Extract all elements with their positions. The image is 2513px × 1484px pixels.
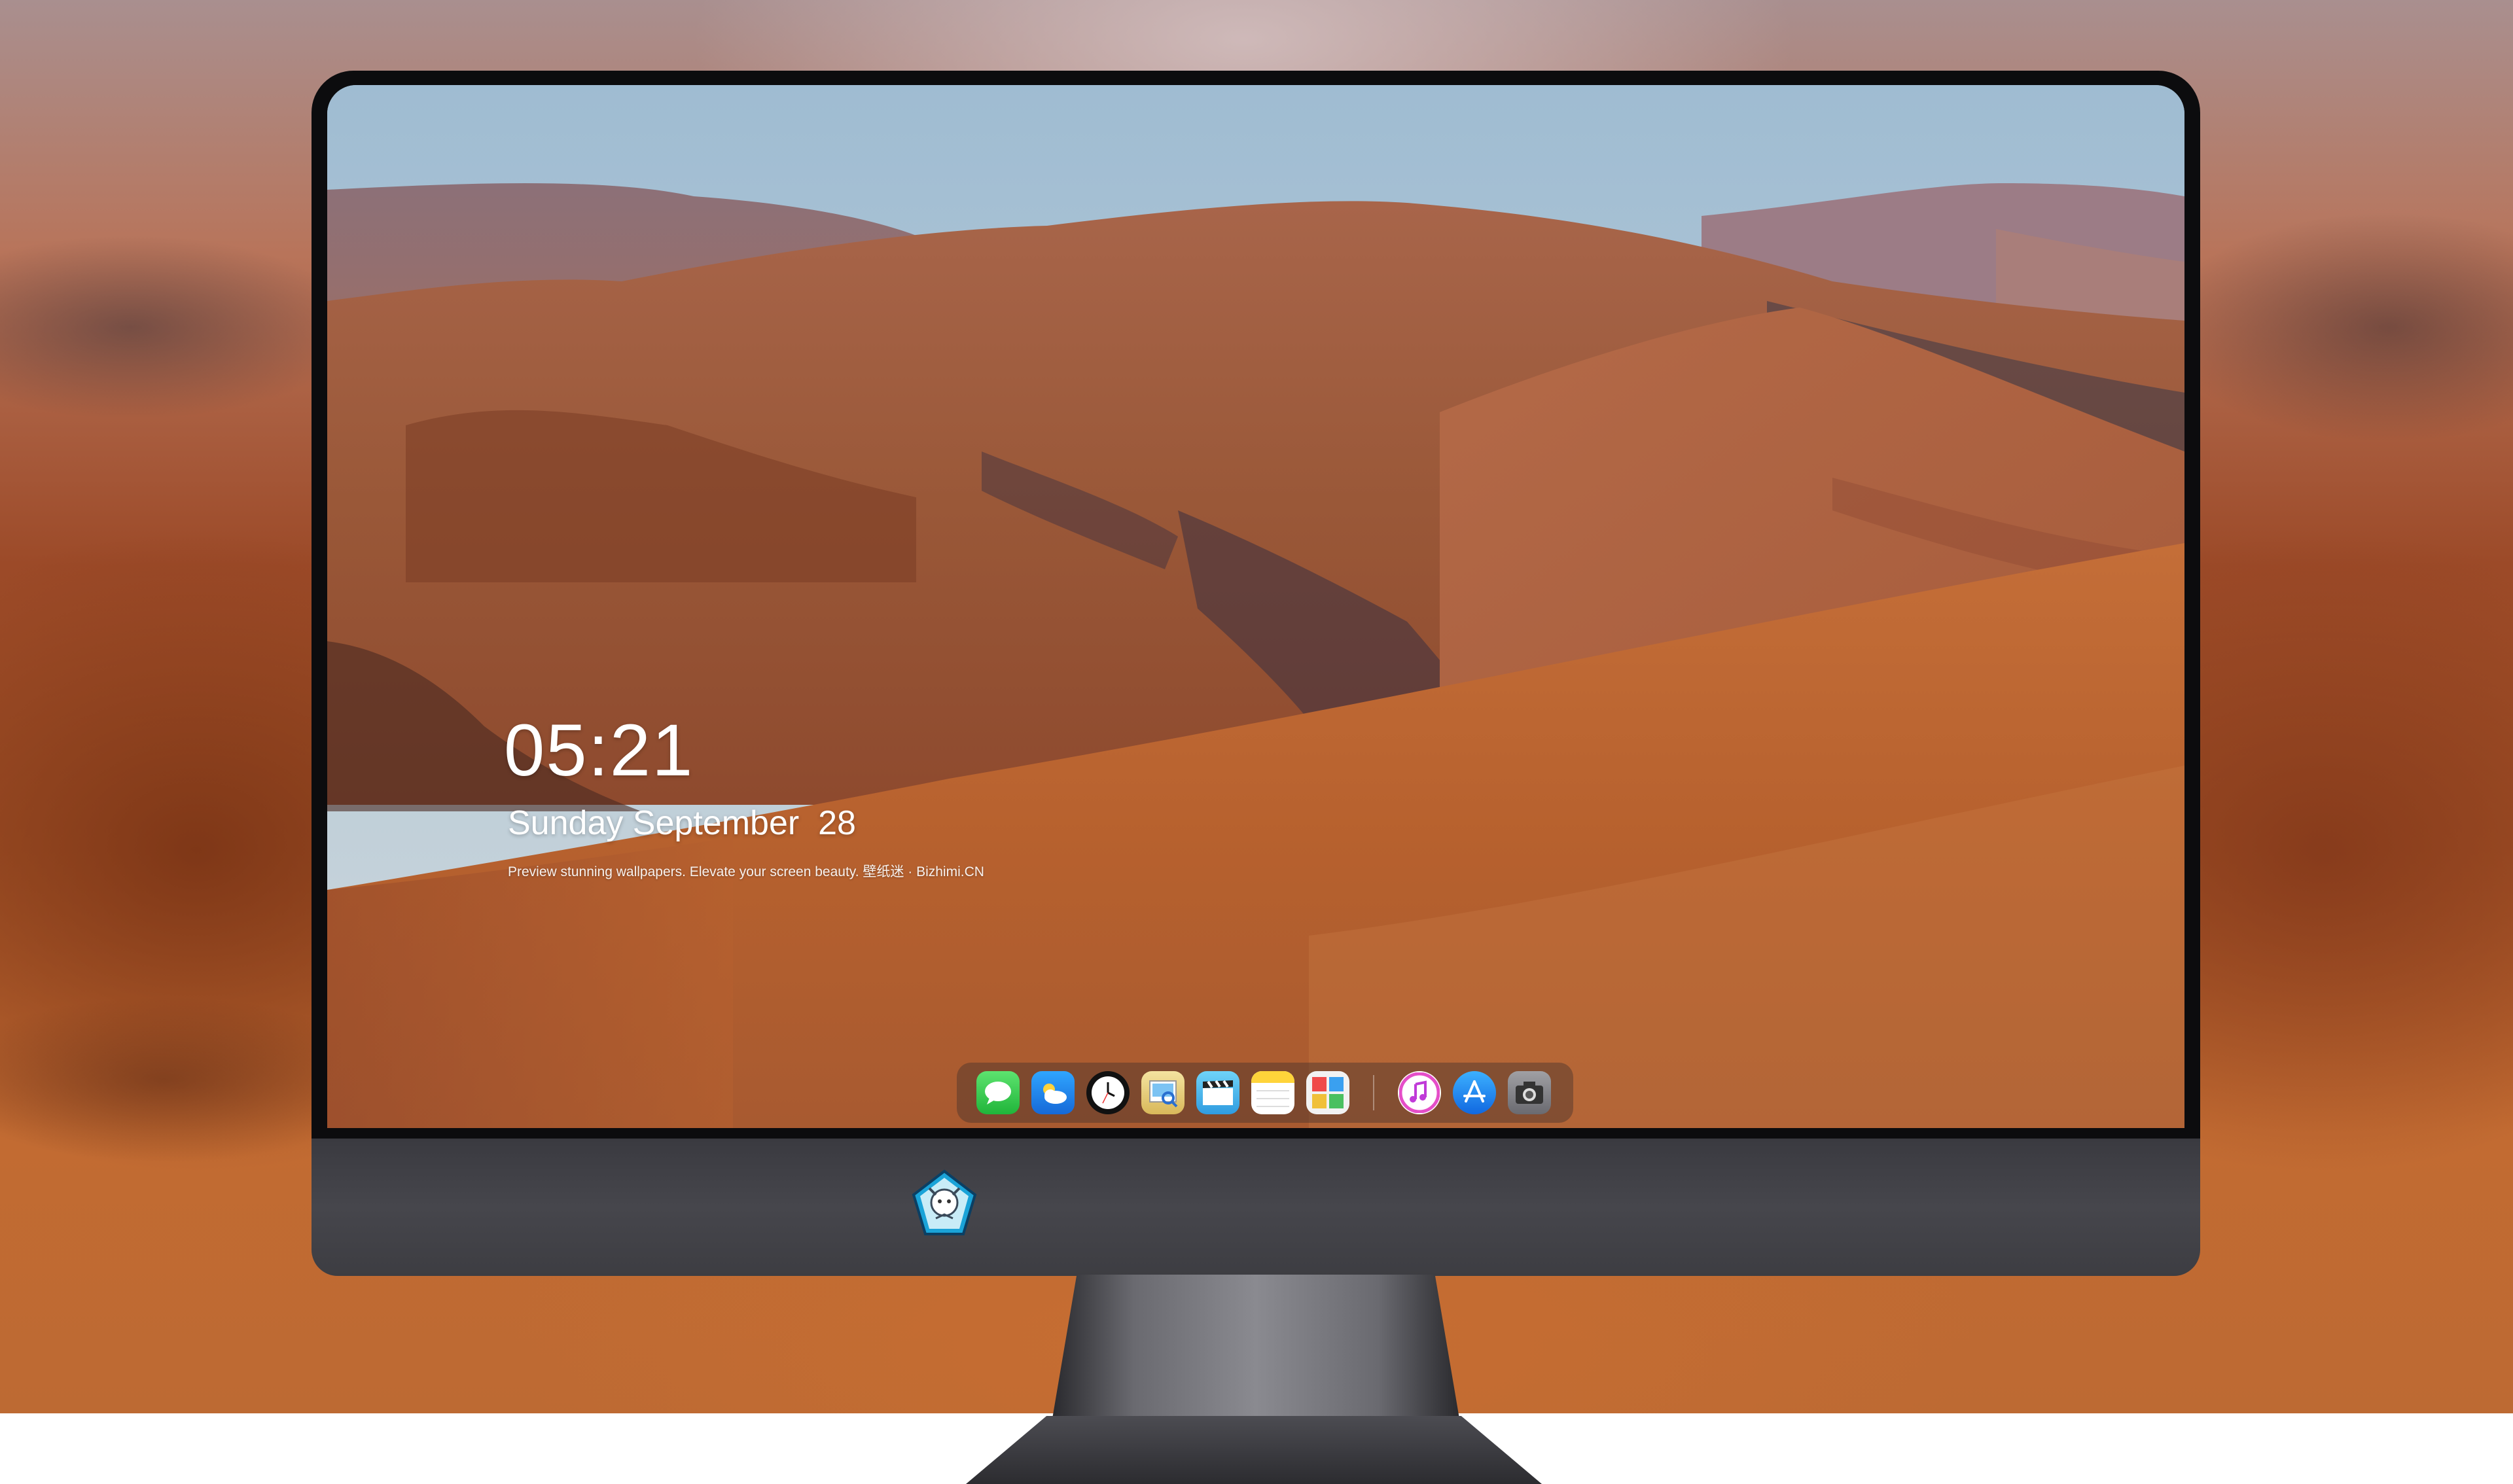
itunes-icon[interactable]	[1398, 1071, 1441, 1114]
lock-screen-time: 05:21	[504, 709, 694, 791]
photo-booth-icon[interactable]	[1306, 1071, 1349, 1114]
monitor-stand-neck	[1052, 1275, 1459, 1419]
dock-separator	[1373, 1075, 1374, 1110]
monitor-chin	[312, 1139, 2200, 1276]
monitor-bezel: 05:21 Sunday September 28 Preview stunni…	[312, 71, 2200, 1144]
app-store-icon[interactable]	[1453, 1071, 1496, 1114]
lock-screen-date: Sunday September 28	[508, 804, 856, 842]
dock	[957, 1063, 1573, 1123]
monitor-stand-base	[966, 1416, 1542, 1484]
desert-wallpaper	[327, 85, 2184, 1128]
monitor-logo	[912, 1169, 977, 1235]
camera-icon[interactable]	[1508, 1071, 1551, 1114]
screen: 05:21 Sunday September 28 Preview stunni…	[327, 85, 2184, 1128]
messages-icon[interactable]	[976, 1071, 1020, 1114]
clips-icon[interactable]	[1196, 1071, 1239, 1114]
notes-icon[interactable]	[1251, 1071, 1294, 1114]
clock-icon[interactable]	[1086, 1071, 1130, 1114]
preview-icon[interactable]	[1141, 1071, 1185, 1114]
lock-screen-tagline: Preview stunning wallpapers. Elevate you…	[508, 864, 984, 879]
weather-icon[interactable]	[1031, 1071, 1075, 1114]
monitor: 05:21 Sunday September 28 Preview stunni…	[312, 71, 2200, 1484]
